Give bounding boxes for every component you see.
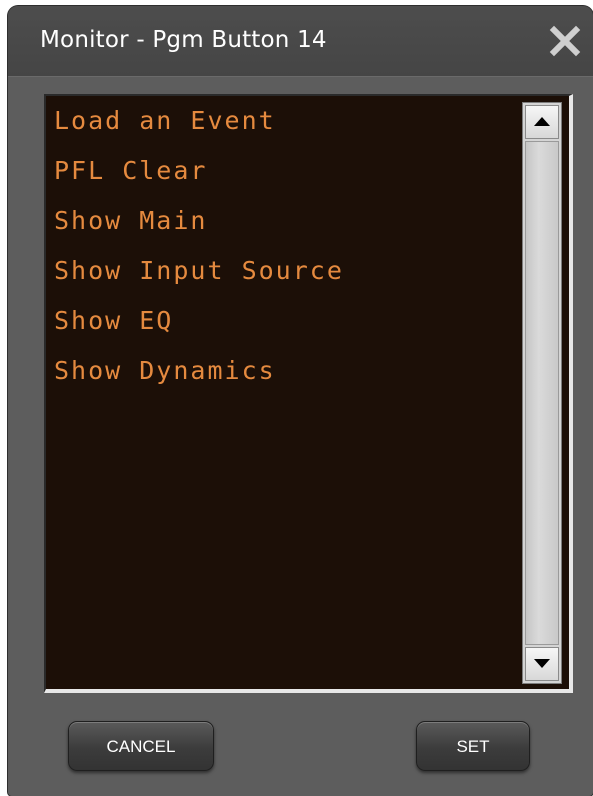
close-icon — [549, 25, 581, 57]
title-bar: Monitor - Pgm Button 14 — [8, 6, 593, 76]
cancel-button[interactable]: CANCEL — [68, 721, 214, 771]
list-item-show-dynamics[interactable]: Show Dynamics — [54, 354, 524, 404]
arrow-down-icon — [534, 659, 550, 668]
list-item-load-an-event[interactable]: Load an Event — [54, 104, 524, 154]
close-button[interactable] — [548, 24, 582, 58]
scroll-thumb[interactable] — [525, 141, 559, 645]
set-button[interactable]: SET — [416, 721, 530, 771]
command-list: Load an Event PFL Clear Show Main Show I… — [54, 104, 524, 404]
arrow-up-icon — [534, 117, 550, 126]
list-item-pfl-clear[interactable]: PFL Clear — [54, 154, 524, 204]
command-list-box: Load an Event PFL Clear Show Main Show I… — [44, 94, 573, 693]
scroll-up-button[interactable] — [525, 105, 559, 139]
monitor-dialog: Monitor - Pgm Button 14 Load an Event PF… — [8, 6, 593, 796]
list-item-show-main[interactable]: Show Main — [54, 204, 524, 254]
dialog-body: Load an Event PFL Clear Show Main Show I… — [8, 76, 593, 796]
scroll-down-button[interactable] — [525, 647, 559, 681]
list-item-show-eq[interactable]: Show EQ — [54, 304, 524, 354]
window-title: Monitor - Pgm Button 14 — [40, 27, 327, 53]
list-item-show-input-source[interactable]: Show Input Source — [54, 254, 524, 304]
vertical-scrollbar[interactable] — [522, 102, 562, 684]
